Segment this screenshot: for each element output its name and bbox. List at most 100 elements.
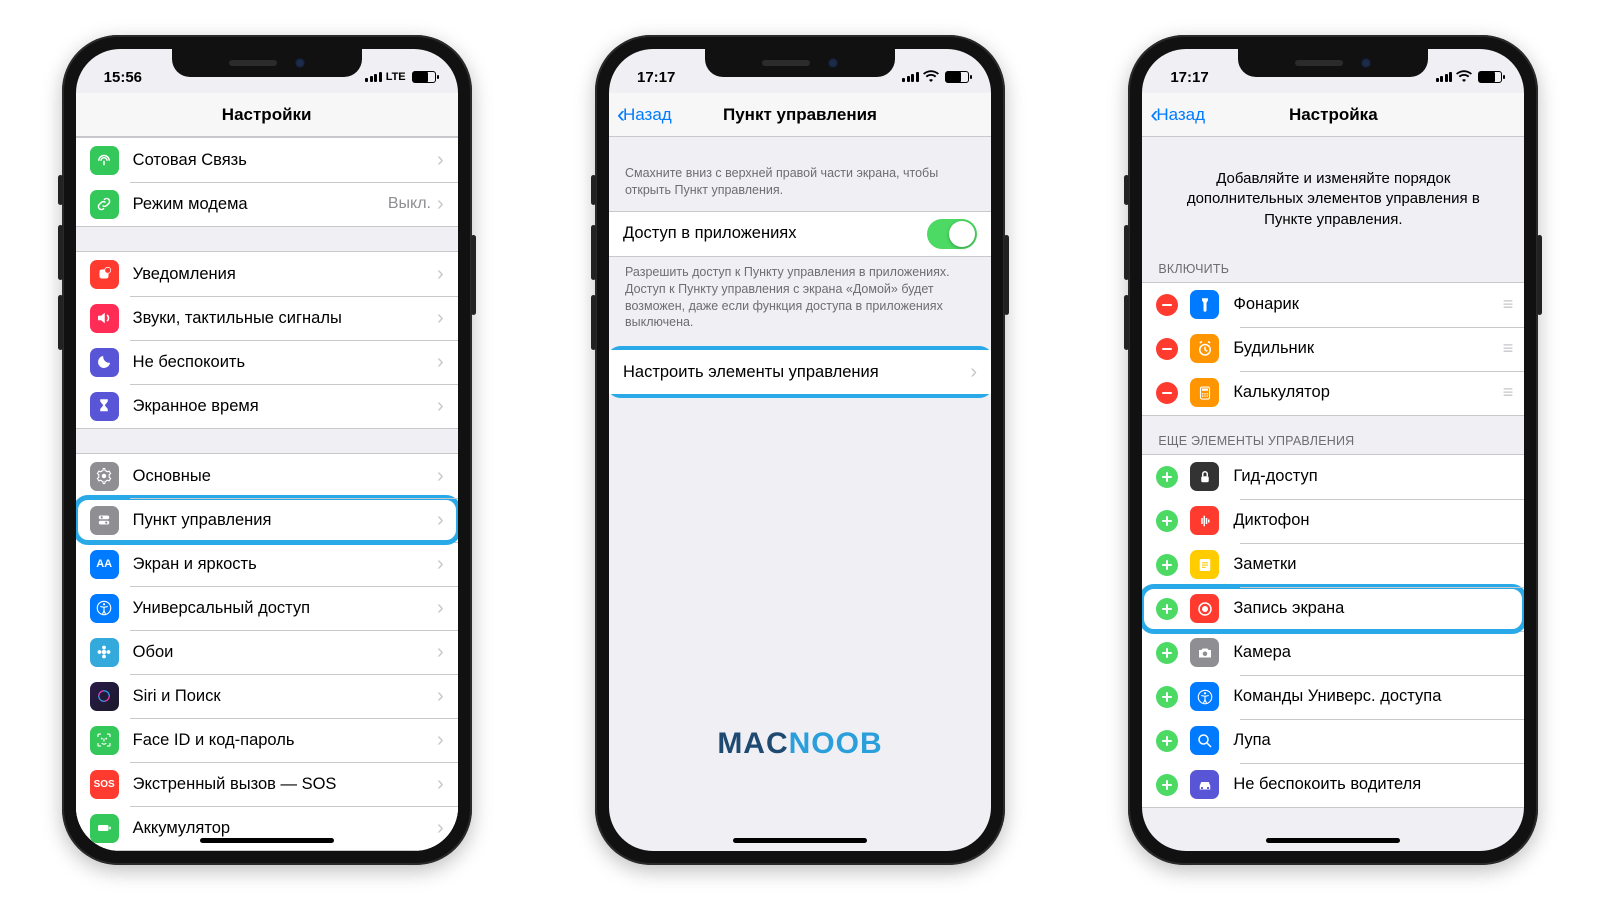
row-detail: Выкл. — [388, 195, 431, 213]
row-screentime[interactable]: Экранное время › — [76, 384, 458, 428]
row-access-in-apps[interactable]: Доступ в приложениях — [609, 212, 991, 256]
clock-icon — [1190, 334, 1219, 363]
more-magnifier[interactable]: Лупа — [1142, 719, 1524, 763]
more-notes[interactable]: Заметки — [1142, 543, 1524, 587]
row-battery[interactable]: Аккумулятор › — [76, 806, 458, 850]
row-label: Звуки, тактильные сигналы — [133, 309, 437, 328]
toggle-switch[interactable] — [927, 219, 977, 249]
back-button[interactable]: ‹Назад — [617, 103, 672, 127]
moon-icon — [90, 348, 119, 377]
chevron-right-icon: › — [437, 465, 444, 488]
lock-icon — [1190, 462, 1219, 491]
chevron-right-icon: › — [437, 193, 444, 216]
watermark: MACNOOB — [609, 727, 991, 761]
status-time: 15:56 — [104, 69, 142, 86]
row-dnd[interactable]: Не беспокоить › — [76, 340, 458, 384]
row-label: Сотовая Связь — [133, 151, 437, 170]
add-button[interactable] — [1156, 642, 1178, 664]
row-label: Аккумулятор — [133, 819, 437, 838]
row-label: Face ID и код-пароль — [133, 731, 437, 750]
nav-title: Пункт управления — [723, 105, 877, 125]
row-customize-controls[interactable]: Настроить элементы управления › — [609, 350, 991, 394]
chevron-right-icon: › — [970, 361, 977, 384]
chevron-right-icon: › — [437, 395, 444, 418]
more-voice-memos[interactable]: Диктофон — [1142, 499, 1524, 543]
home-indicator[interactable] — [1266, 838, 1400, 843]
gear-icon — [90, 462, 119, 491]
row-accessibility[interactable]: Универсальный доступ › — [76, 586, 458, 630]
back-label: Назад — [623, 105, 672, 125]
chevron-right-icon: › — [437, 729, 444, 752]
more-accessibility-shortcuts[interactable]: Команды Универс. доступа — [1142, 675, 1524, 719]
row-general[interactable]: Основные › — [76, 454, 458, 498]
row-faceid[interactable]: Face ID и код-пароль › — [76, 718, 458, 762]
row-label: Экстренный вызов — SOS — [133, 775, 437, 794]
chevron-right-icon: › — [437, 773, 444, 796]
wifi-icon — [1456, 69, 1472, 85]
more-screen-recording[interactable]: Запись экрана — [1142, 587, 1524, 631]
chevron-right-icon: › — [437, 597, 444, 620]
more-camera[interactable]: Камера — [1142, 631, 1524, 675]
row-label: Пункт управления — [133, 511, 437, 530]
nav-title: Настройка — [1289, 105, 1378, 125]
nav-bar: ‹Назад Настройка — [1142, 93, 1524, 137]
row-label: Команды Универс. доступа — [1233, 687, 1510, 706]
intro-text: Добавляйте и изменяйте порядок дополните… — [1142, 137, 1524, 244]
row-label: Экран и яркость — [133, 555, 437, 574]
row-label: Обои — [133, 643, 437, 662]
include-flashlight[interactable]: Фонарик ≡ — [1142, 283, 1524, 327]
add-button[interactable] — [1156, 510, 1178, 532]
network-type: LTE — [386, 71, 406, 83]
drag-handle-icon[interactable]: ≡ — [1503, 382, 1511, 403]
row-label: Гид-доступ — [1233, 467, 1510, 486]
back-button[interactable]: ‹Назад — [1150, 103, 1205, 127]
add-button[interactable] — [1156, 466, 1178, 488]
more-guided-access[interactable]: Гид-доступ — [1142, 455, 1524, 499]
siri-icon — [90, 682, 119, 711]
row-label: Основные — [133, 467, 437, 486]
text-size-icon: AA — [90, 550, 119, 579]
add-button[interactable] — [1156, 774, 1178, 796]
add-button[interactable] — [1156, 686, 1178, 708]
row-hotspot[interactable]: Режим модема Выкл. › — [76, 182, 458, 226]
row-display[interactable]: AA Экран и яркость › — [76, 542, 458, 586]
car-icon — [1190, 770, 1219, 799]
row-cellular[interactable]: Сотовая Связь › — [76, 138, 458, 182]
row-sos[interactable]: SOS Экстренный вызов — SOS › — [76, 762, 458, 806]
back-label: Назад — [1156, 105, 1205, 125]
add-button[interactable] — [1156, 598, 1178, 620]
battery-icon — [1478, 71, 1502, 83]
more-dnd-driving[interactable]: Не беспокоить водителя — [1142, 763, 1524, 807]
drag-handle-icon[interactable]: ≡ — [1503, 294, 1511, 315]
drag-handle-icon[interactable]: ≡ — [1503, 338, 1511, 359]
row-control-center[interactable]: Пункт управления › — [76, 498, 458, 542]
row-siri[interactable]: Siri и Поиск › — [76, 674, 458, 718]
home-indicator[interactable] — [733, 838, 867, 843]
remove-button[interactable] — [1156, 382, 1178, 404]
include-calculator[interactable]: Калькулятор ≡ — [1142, 371, 1524, 415]
include-alarm[interactable]: Будильник ≡ — [1142, 327, 1524, 371]
wifi-icon — [923, 69, 939, 85]
row-label: Калькулятор — [1233, 383, 1502, 402]
row-label: Универсальный доступ — [133, 599, 437, 618]
row-label: Не беспокоить — [133, 353, 437, 372]
add-button[interactable] — [1156, 730, 1178, 752]
battery-icon — [90, 814, 119, 843]
cellular-signal-icon — [902, 72, 919, 82]
home-indicator[interactable] — [200, 838, 334, 843]
cellular-signal-icon — [1436, 72, 1453, 82]
row-sounds[interactable]: Звуки, тактильные сигналы › — [76, 296, 458, 340]
remove-button[interactable] — [1156, 338, 1178, 360]
row-label: Заметки — [1233, 555, 1510, 574]
row-label: Камера — [1233, 643, 1510, 662]
row-notifications[interactable]: Уведомления › — [76, 252, 458, 296]
antenna-icon — [90, 146, 119, 175]
add-button[interactable] — [1156, 554, 1178, 576]
chevron-right-icon: › — [437, 553, 444, 576]
battery-icon — [412, 71, 436, 83]
row-label: Не беспокоить водителя — [1233, 775, 1510, 794]
row-label: Будильник — [1233, 339, 1502, 358]
remove-button[interactable] — [1156, 294, 1178, 316]
record-icon — [1190, 594, 1219, 623]
row-wallpaper[interactable]: Обои › — [76, 630, 458, 674]
